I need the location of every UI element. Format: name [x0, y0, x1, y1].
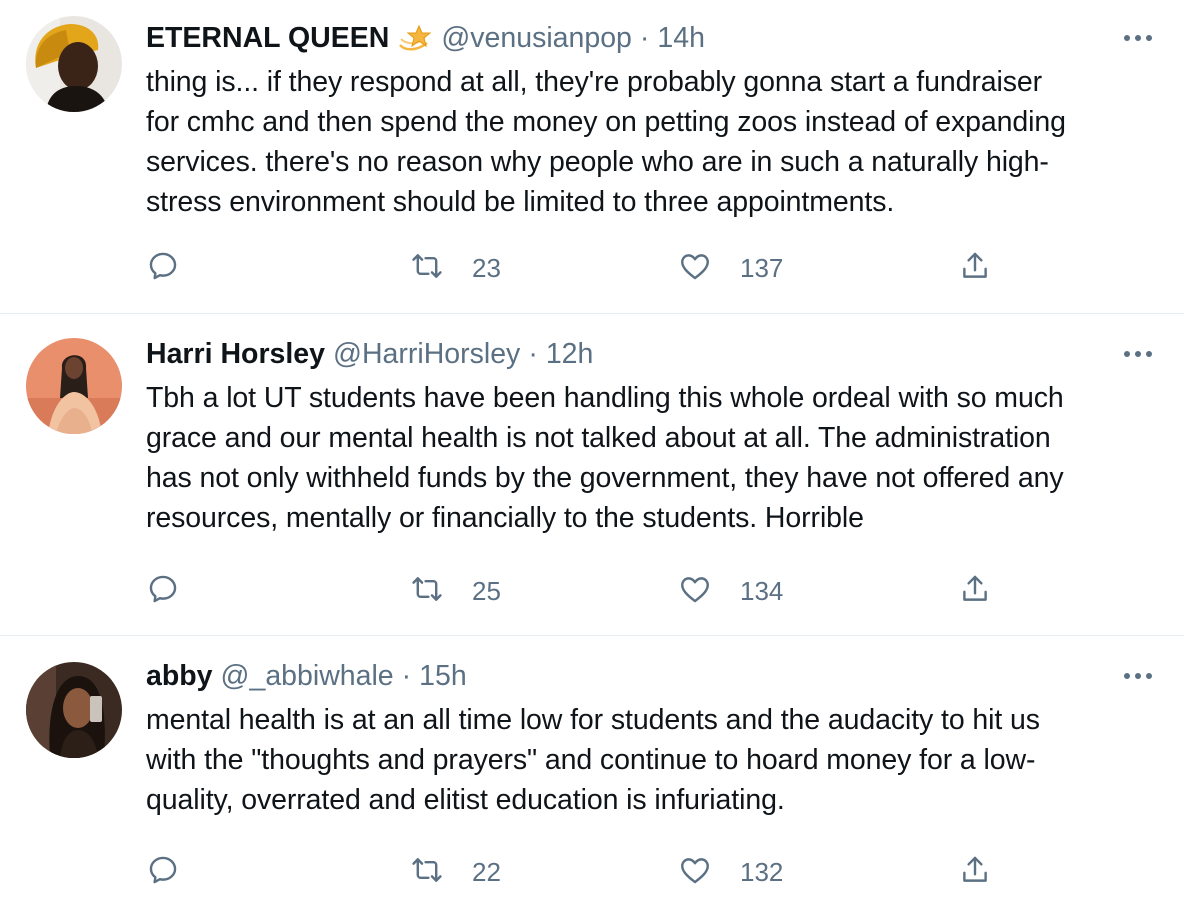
user-handle[interactable]: @venusianpop	[441, 22, 632, 55]
reply-button[interactable]	[146, 852, 180, 892]
retweet-count: 22	[472, 856, 501, 887]
separator: ·	[401, 659, 412, 692]
timestamp[interactable]: 14h	[657, 22, 705, 55]
tweet-header: abby @_abbiwhale · 15h	[146, 656, 1154, 696]
tweet-actions: 22 132	[146, 852, 1006, 892]
retweet-button[interactable]: 23	[410, 248, 501, 288]
reply-button[interactable]	[146, 248, 180, 288]
tweet-text-line: has not only withheld funds by the gover…	[146, 462, 1064, 494]
retweet-icon	[410, 853, 444, 892]
tweet-header: ETERNAL QUEEN @venusianpop · 14h	[146, 18, 1154, 58]
tweet-text-line: Tbh a lot UT students have been handling…	[146, 382, 1064, 414]
tweet-text-line: services. there's no reason why people w…	[146, 146, 1049, 178]
separator: ·	[639, 21, 650, 54]
display-name[interactable]: abby	[146, 660, 213, 693]
tweet-text-line: grace and our mental health is not talke…	[146, 422, 1051, 454]
tweet-text-line: mental health is at an all time low for …	[146, 704, 1040, 736]
retweet-count: 23	[472, 252, 501, 283]
tweet[interactable]: Harri Horsley @HarriHorsley · 12h Tbh a …	[0, 314, 1184, 636]
like-button[interactable]: 137	[678, 248, 783, 288]
more-icon[interactable]	[1122, 338, 1154, 370]
like-icon	[678, 249, 712, 288]
display-name[interactable]: ETERNAL QUEEN	[146, 22, 389, 55]
more-icon[interactable]	[1122, 660, 1154, 692]
tweet-text-line: with the "thoughts and prayers" and cont…	[146, 744, 1036, 776]
retweet-button[interactable]: 22	[410, 852, 501, 892]
share-button[interactable]	[958, 248, 992, 288]
tweet-header: Harri Horsley @HarriHorsley · 12h	[146, 334, 1154, 374]
avatar[interactable]	[26, 16, 122, 112]
tweet-text: thing is... if they respond at all, they…	[146, 62, 1154, 222]
share-button[interactable]	[958, 852, 992, 892]
share-icon	[958, 249, 992, 288]
like-icon	[678, 572, 712, 611]
like-count: 134	[740, 575, 784, 606]
avatar[interactable]	[26, 338, 122, 434]
tweet-feed: ETERNAL QUEEN @venusianpop · 14h thing i…	[0, 0, 1184, 910]
user-handle[interactable]: @HarriHorsley	[333, 338, 520, 371]
timestamp[interactable]: 15h	[419, 660, 467, 693]
reply-icon	[146, 853, 180, 892]
tweet-text-line: stress environment should be limited to …	[146, 186, 895, 218]
tweet[interactable]: abby @_abbiwhale · 15h mental health is …	[0, 636, 1184, 910]
user-handle[interactable]: @_abbiwhale	[221, 660, 394, 693]
avatar[interactable]	[26, 662, 122, 758]
dizzy-star-icon	[397, 23, 433, 53]
like-icon	[678, 853, 712, 892]
retweet-count: 25	[472, 575, 501, 606]
share-icon	[958, 853, 992, 892]
tweet-text: mental health is at an all time low for …	[146, 700, 1154, 820]
timestamp[interactable]: 12h	[546, 338, 594, 371]
like-count: 137	[740, 252, 784, 283]
retweet-icon	[410, 572, 444, 611]
like-button[interactable]: 132	[678, 852, 783, 892]
retweet-icon	[410, 249, 444, 288]
tweet-text: Tbh a lot UT students have been handling…	[146, 378, 1154, 538]
share-button[interactable]	[958, 571, 992, 611]
tweet-text-line: quality, overrated and elitist education…	[146, 784, 785, 816]
like-button[interactable]: 134	[678, 571, 783, 611]
display-name[interactable]: Harri Horsley	[146, 338, 325, 371]
tweet-text-line: thing is... if they respond at all, they…	[146, 66, 1043, 98]
reply-button[interactable]	[146, 571, 180, 611]
tweet[interactable]: ETERNAL QUEEN @venusianpop · 14h thing i…	[0, 0, 1184, 314]
like-count: 132	[740, 856, 784, 887]
tweet-actions: 23 137	[146, 248, 1006, 288]
retweet-button[interactable]: 25	[410, 571, 501, 611]
more-icon[interactable]	[1122, 22, 1154, 54]
tweet-text-line: resources, mentally or financially to th…	[146, 502, 864, 534]
tweet-text-line: for cmhc and then spend the money on pet…	[146, 106, 1066, 138]
share-icon	[958, 572, 992, 611]
reply-icon	[146, 249, 180, 288]
separator: ·	[528, 337, 538, 370]
reply-icon	[146, 572, 180, 611]
tweet-actions: 25 134	[146, 571, 1006, 611]
